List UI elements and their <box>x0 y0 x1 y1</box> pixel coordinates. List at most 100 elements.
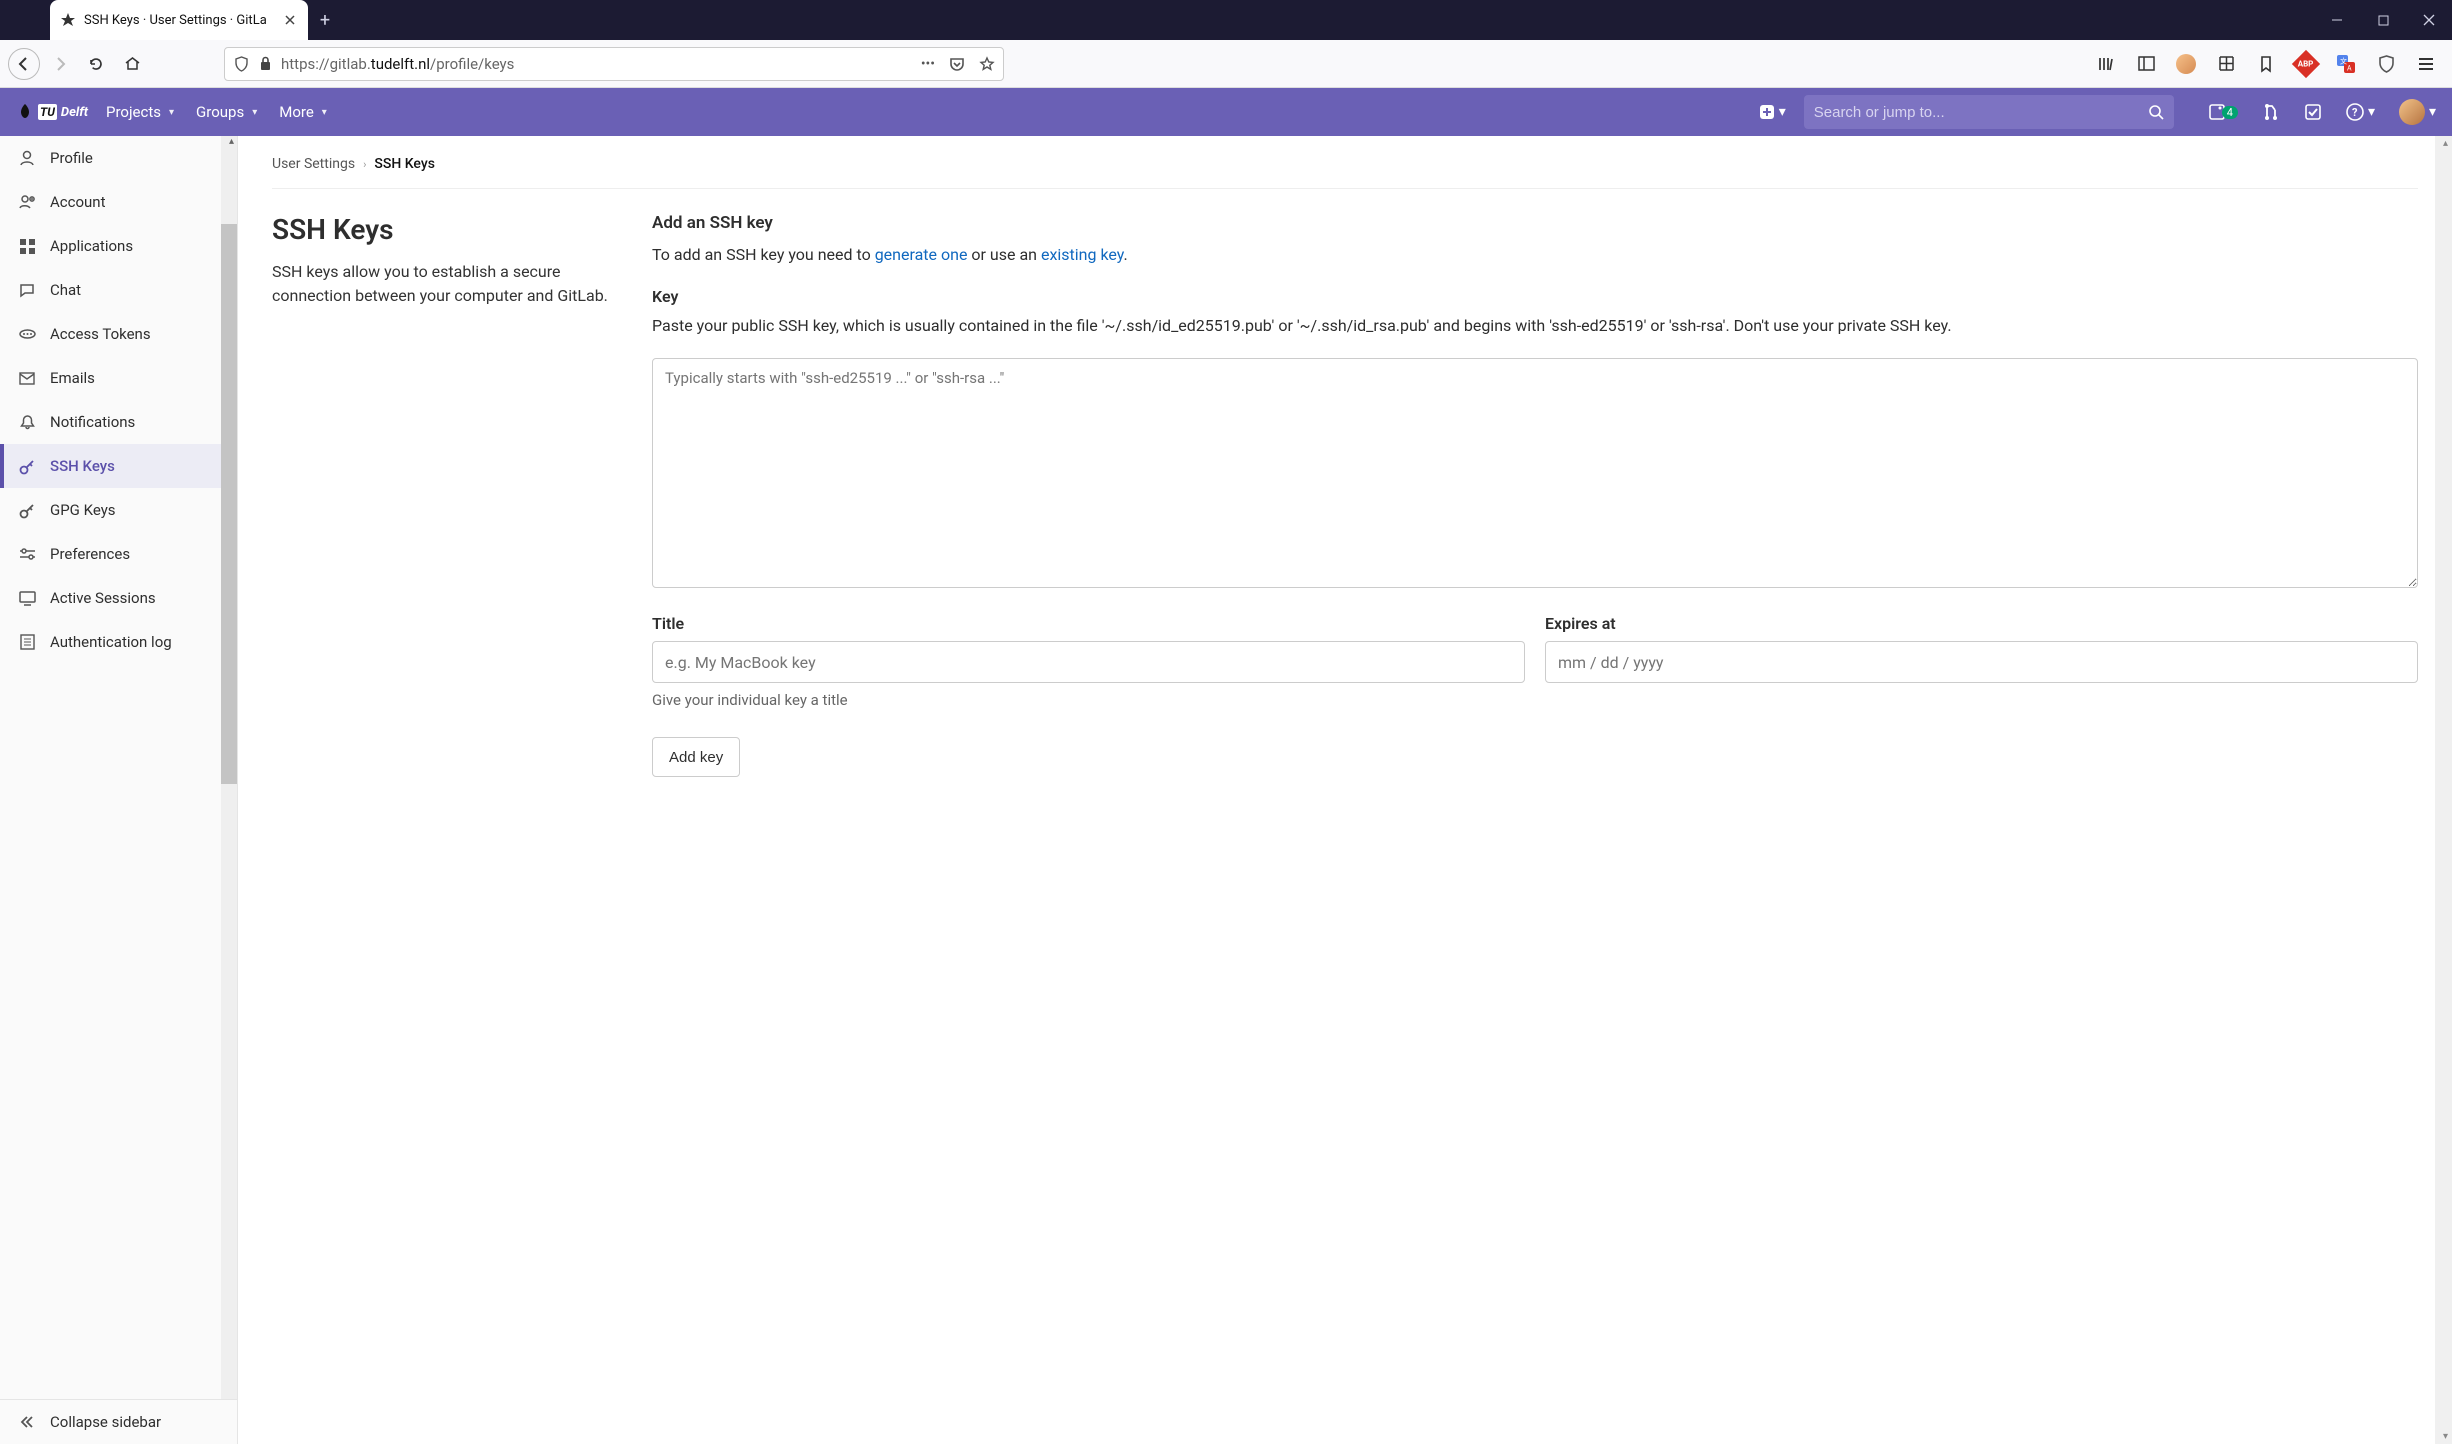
collapse-label: Collapse sidebar <box>50 1413 161 1431</box>
sidebar-item-label: Authentication log <box>50 633 172 651</box>
sidebar-item-label: Preferences <box>50 545 130 563</box>
sidebar-item-account[interactable]: Account <box>0 180 237 224</box>
new-tab-button[interactable]: + <box>308 0 342 40</box>
browser-tab-active[interactable]: SSH Keys · User Settings · GitLa <box>50 0 308 40</box>
expires-input[interactable] <box>1545 641 2418 683</box>
sidebar-item-label: Account <box>50 193 106 211</box>
app-menu-icon[interactable] <box>2416 54 2436 74</box>
merge-requests-icon[interactable] <box>2262 103 2280 121</box>
new-dropdown[interactable]: ▾ <box>1759 104 1786 120</box>
extension-shield-icon[interactable] <box>2376 54 2396 74</box>
key-help-paragraph: Paste your public SSH key, which is usua… <box>652 314 2418 338</box>
browser-action-icons: ABP 文A <box>2096 54 2444 74</box>
sidebar-item-label: Active Sessions <box>50 589 156 607</box>
bookmark-star-icon[interactable] <box>979 56 995 72</box>
user-avatar-icon <box>2399 99 2425 125</box>
profile-icon <box>18 149 36 167</box>
close-window-button[interactable] <box>2406 0 2452 40</box>
help-dropdown[interactable]: ?▾ <box>2346 103 2375 121</box>
sidebar-item-chat[interactable]: Chat <box>0 268 237 312</box>
lock-icon[interactable] <box>257 56 273 72</box>
library-icon[interactable] <box>2096 54 2116 74</box>
page-scrollbar[interactable]: ▴ ▾ <box>2435 136 2452 1444</box>
sidebar-item-label: Applications <box>50 237 133 255</box>
sidebar-icon[interactable] <box>2136 54 2156 74</box>
chevron-down-icon: ▾ <box>1779 104 1786 120</box>
forward-button[interactable] <box>44 48 76 80</box>
breadcrumb-current: SSH Keys <box>374 156 435 172</box>
issues-icon[interactable]: 4 <box>2208 103 2238 121</box>
sidebar-item-profile[interactable]: Profile <box>0 136 237 180</box>
logo-text: Delft <box>61 105 88 120</box>
gitlab-logo[interactable]: TUDelft <box>16 103 88 121</box>
sidebar-item-active-sessions[interactable]: Active Sessions <box>0 576 237 620</box>
sidebar-scrollbar[interactable]: ▴ <box>221 136 237 1399</box>
issues-badge: 4 <box>2222 106 2238 119</box>
ssh-key-textarea[interactable] <box>652 358 2418 588</box>
title-input[interactable] <box>652 641 1525 683</box>
sidebar-item-applications[interactable]: Applications <box>0 224 237 268</box>
sidebar-item-auth-log[interactable]: Authentication log <box>0 620 237 664</box>
email-icon <box>18 369 36 387</box>
preferences-icon <box>18 545 36 563</box>
search-icon <box>2148 104 2164 120</box>
nav-projects[interactable]: Projects <box>106 103 174 121</box>
sidebar-scroll-thumb[interactable] <box>221 224 237 784</box>
page-description: SSH keys allow you to establish a secure… <box>272 260 612 308</box>
extension-grid-icon[interactable] <box>2216 54 2236 74</box>
applications-icon <box>18 237 36 255</box>
tracking-shield-icon[interactable] <box>233 56 249 72</box>
profile-avatar-icon[interactable] <box>2176 54 2196 74</box>
user-dropdown[interactable]: ▾ <box>2399 99 2436 125</box>
svg-text:A: A <box>2347 64 2352 72</box>
bookmark-ribbon-icon[interactable] <box>2256 54 2276 74</box>
scroll-up-icon[interactable]: ▴ <box>229 136 234 147</box>
page-actions-icon[interactable]: ••• <box>921 56 935 72</box>
minimize-button[interactable] <box>2314 0 2360 40</box>
sidebar-item-emails[interactable]: Emails <box>0 356 237 400</box>
adblock-icon[interactable]: ABP <box>2296 54 2316 74</box>
url-bar[interactable]: https://gitlab.tudelft.nl/profile/keys •… <box>224 47 1004 81</box>
back-button[interactable] <box>8 48 40 80</box>
sidebar-item-preferences[interactable]: Preferences <box>0 532 237 576</box>
gitlab-top-nav: Projects Groups More <box>106 103 327 121</box>
todos-icon[interactable] <box>2304 103 2322 121</box>
title-help: Give your individual key a title <box>652 691 1525 709</box>
search-input[interactable] <box>1814 104 2140 121</box>
token-icon <box>18 325 36 343</box>
existing-key-link[interactable]: existing key <box>1041 245 1124 264</box>
breadcrumb-root[interactable]: User Settings <box>272 156 355 172</box>
gitlab-favicon <box>60 12 76 28</box>
sidebar-item-label: Profile <box>50 149 93 167</box>
tab-close-button[interactable] <box>282 12 298 28</box>
scroll-down-icon[interactable]: ▾ <box>2443 1431 2448 1442</box>
browser-titlebar: SSH Keys · User Settings · GitLa + <box>0 0 2452 40</box>
sidebar-item-label: Emails <box>50 369 95 387</box>
key-icon <box>18 457 36 475</box>
sidebar-item-access-tokens[interactable]: Access Tokens <box>0 312 237 356</box>
nav-more[interactable]: More <box>279 103 327 121</box>
chevron-down-icon: ▾ <box>2429 104 2436 120</box>
sidebar-item-ssh-keys[interactable]: SSH Keys <box>0 444 237 488</box>
svg-text:文: 文 <box>2340 56 2347 65</box>
sidebar-item-notifications[interactable]: Notifications <box>0 400 237 444</box>
svg-text:?: ? <box>2352 106 2358 119</box>
generate-one-link[interactable]: generate one <box>875 245 968 264</box>
sidebar-item-label: Chat <box>50 281 81 299</box>
sidebar-item-label: Notifications <box>50 413 135 431</box>
maximize-button[interactable] <box>2360 0 2406 40</box>
page-title: SSH Keys <box>272 213 612 246</box>
plus-box-icon <box>1759 104 1775 120</box>
translate-icon[interactable]: 文A <box>2336 54 2356 74</box>
nav-groups[interactable]: Groups <box>196 103 257 121</box>
reload-button[interactable] <box>80 48 112 80</box>
reader-pocket-icon[interactable] <box>949 56 965 72</box>
add-key-button[interactable]: Add key <box>652 737 740 777</box>
tab-title: SSH Keys · User Settings · GitLa <box>84 13 274 28</box>
sidebar-item-gpg-keys[interactable]: GPG Keys <box>0 488 237 532</box>
collapse-sidebar-button[interactable]: Collapse sidebar <box>0 1399 237 1444</box>
gitlab-search[interactable] <box>1804 95 2174 129</box>
scroll-up-icon[interactable]: ▴ <box>2443 138 2448 149</box>
window-controls <box>2314 0 2452 40</box>
home-button[interactable] <box>116 48 148 80</box>
